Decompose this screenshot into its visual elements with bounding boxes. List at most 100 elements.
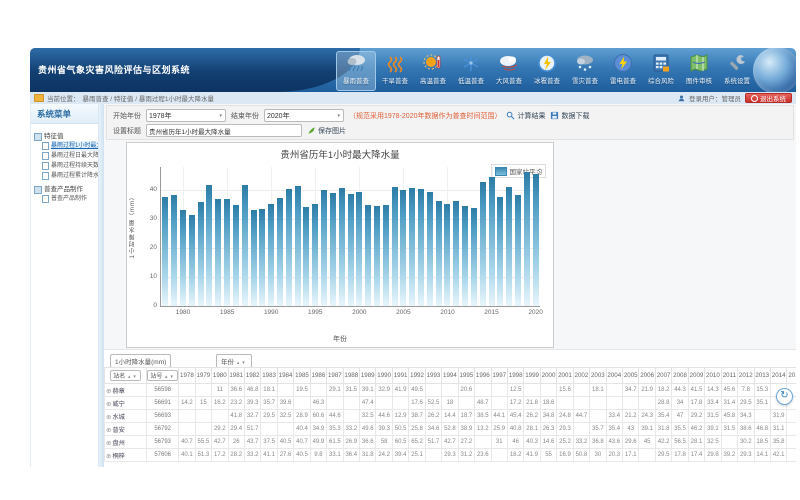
col-year-1998[interactable]: 1998 [507,368,523,384]
col-year-1991[interactable]: 1991 [392,368,408,384]
bar-2000 [356,192,362,306]
expand-row-icon[interactable]: ⊕ [106,401,111,408]
value-cell [754,410,770,423]
expand-row-icon[interactable]: ⊕ [106,388,111,395]
value-cell: 18.6 [540,397,556,410]
col-year-1996[interactable]: 1996 [475,368,491,384]
station-name: 威宁 [112,401,124,408]
col-year-2011[interactable]: 2011 [721,368,737,384]
col-year-1990[interactable]: 1990 [376,368,392,384]
col-year-2008[interactable]: 2008 [672,368,688,384]
tree-group[interactable]: 特征值 [34,132,97,141]
col-year-1994[interactable]: 1994 [442,368,458,384]
col-year-1985[interactable]: 1985 [294,368,310,384]
nav-item-label: 暴雨普查 [343,75,369,85]
bar-1998 [339,188,345,306]
nav-item-snowflake-temp[interactable]: 低温普查 [452,51,490,90]
expand-row-icon[interactable]: ⊕ [106,427,111,434]
nav-item-hail[interactable]: 冰雹普查 [528,51,566,90]
col-year-1981[interactable]: 1981 [228,368,244,384]
tree-item[interactable]: 暴雨过程持续天数 [34,161,97,171]
col-year-1997[interactable]: 1997 [491,368,507,384]
col-year-1986[interactable]: 1986 [310,368,326,384]
year-sort-pill[interactable]: 年份 ▲▼ [216,354,252,368]
col-year-1995[interactable]: 1995 [458,368,474,384]
value-cell [573,423,589,436]
start-year-select[interactable]: 1978年▼ [146,109,226,122]
nav-item-sun-temp[interactable]: 高温普查 [414,51,452,90]
nav-item-map[interactable]: 图件审核 [680,51,718,90]
end-year-select[interactable]: 2020年▼ [264,109,344,122]
nav-item-wind-cloud[interactable]: 大风普查 [490,51,528,90]
expand-row-icon[interactable]: ⊕ [106,414,111,421]
calc-result-button[interactable]: 计算结果 [506,111,545,121]
logout-button[interactable]: 退出系统 [745,93,792,103]
col-year-1987[interactable]: 1987 [327,368,343,384]
value-cell: 9.8 [310,449,326,462]
col-year-2005[interactable]: 2005 [623,368,639,384]
nav-item-heat-wave[interactable]: 干旱普查 [376,51,414,90]
col-year-2012[interactable]: 2012 [738,368,754,384]
bar-1988 [251,210,257,306]
col-year-1992[interactable]: 1992 [409,368,425,384]
expand-row-icon[interactable]: ⊕ [106,440,111,447]
data-download-button[interactable]: 数据下载 [550,111,589,121]
col-year-2006[interactable]: 2006 [639,368,655,384]
col-year-2002[interactable]: 2002 [573,368,589,384]
value-cell: 16.2 [212,397,228,410]
value-cell: 32.5 [360,410,376,423]
col-year-2009[interactable]: 2009 [688,368,704,384]
bar-1993 [295,186,301,306]
col-year-2007[interactable]: 2007 [655,368,671,384]
col-year-1978[interactable]: 1978 [179,368,195,384]
value-cell [195,410,211,423]
set-title-label: 设置标题 [113,126,141,136]
nav-item-wrench[interactable]: 系统设置 [718,51,756,90]
col-year-1989[interactable]: 1989 [360,368,376,384]
station-name: 赫章 [112,388,124,395]
folder-icon [34,186,42,194]
value-cell: 24.8 [557,410,573,423]
chart-plot-area: 0102030401980198519901995200020052010201… [160,167,540,307]
col-year-2001[interactable]: 2001 [557,368,573,384]
col-year-1982[interactable]: 1982 [244,368,260,384]
col-year-2004[interactable]: 2004 [606,368,622,384]
col-year-1980[interactable]: 1980 [212,368,228,384]
nav-item-label: 雪灾普查 [572,75,598,85]
nav-item-calculator[interactable]: 综合风险 [642,51,680,90]
col-year-1983[interactable]: 1983 [261,368,277,384]
col-year-2013[interactable]: 2013 [754,368,770,384]
value-cell [475,436,491,449]
col-year-2003[interactable]: 2003 [590,368,606,384]
col-station-id[interactable]: 站号 ▲▼ [147,370,178,381]
col-year-2000[interactable]: 2000 [540,368,556,384]
nav-item-snow-cloud[interactable]: 雪灾普查 [566,51,604,90]
nav-item-rain-cloud[interactable]: 暴雨普查 [336,51,376,91]
expand-row-icon[interactable]: ⊕ [106,453,111,460]
col-year-1993[interactable]: 1993 [425,368,441,384]
value-cell: 39.6 [277,397,293,410]
col-year-1999[interactable]: 1999 [524,368,540,384]
col-year-1984[interactable]: 1984 [277,368,293,384]
unit-pill[interactable]: 1小时降水量(mm) [110,354,171,368]
value-cell: 31 [491,436,507,449]
nav-item-lightning[interactable]: 雷电普查 [604,51,642,90]
col-year-2014[interactable]: 2014 [770,368,786,384]
col-year-2015[interactable]: 2015 [787,368,796,384]
tree-item[interactable]: 暴雨过程累计降水量 [34,171,97,181]
nav-item-label: 低温普查 [458,75,484,85]
chart-title-input[interactable] [146,124,302,137]
save-image-button[interactable]: 保存图片 [307,126,346,136]
col-year-2010[interactable]: 2010 [705,368,721,384]
col-year-1979[interactable]: 1979 [195,368,211,384]
tree-item[interactable]: 普查产品制作 [34,194,97,204]
refresh-float-button[interactable]: ↻ [776,388,793,405]
tree-item[interactable]: 暴雨过程日最大降水量 [34,151,97,161]
tree-item[interactable]: 暴雨过程1小时最大降水量 [34,141,97,151]
col-year-1988[interactable]: 1988 [343,368,359,384]
snow-cloud-icon [574,52,596,74]
tree-group[interactable]: 普查产品制作 [34,185,97,194]
station-name: 盘州 [112,440,124,447]
col-station-name[interactable]: 站名 ▲▼ [110,370,141,381]
value-cell: 33.4 [606,410,622,423]
